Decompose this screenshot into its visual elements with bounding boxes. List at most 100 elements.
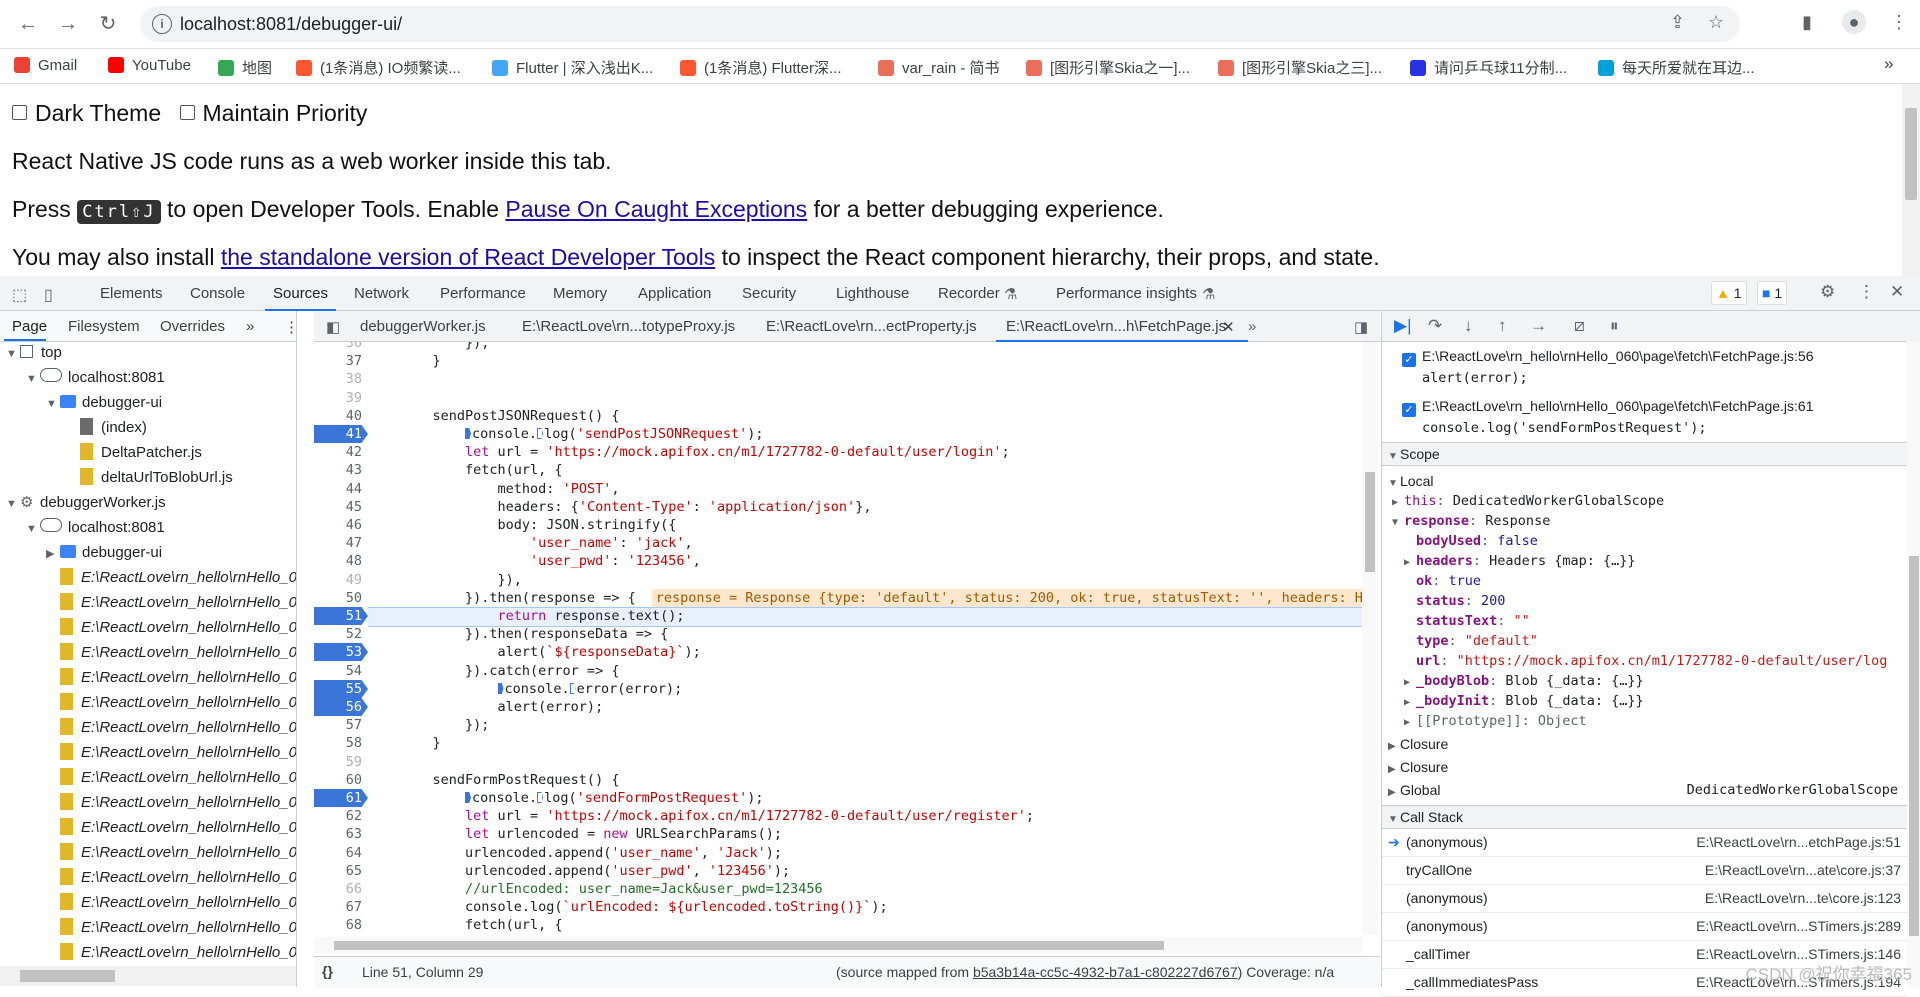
side-panel-icon[interactable]: ▮ [1802,12,1812,33]
line-number[interactable]: 51 [314,607,368,625]
tree-item[interactable]: ▼ top [6,341,62,365]
devtools-tab[interactable]: Lighthouse [836,285,909,302]
reload-icon[interactable]: ↻ [94,10,122,38]
step-out-icon[interactable]: ↑ [1498,316,1507,336]
tree-item[interactable]: E:\ReactLove\rn_hello\rnHello_060 [46,666,296,690]
bookmark-item[interactable]: (1条消息) IO频繁读... [296,57,461,77]
response-property[interactable]: statusText: "" [1404,611,1530,631]
tab-filesystem[interactable]: Filesystem [68,318,140,335]
tab-page[interactable]: Page [12,318,47,335]
pause-exceptions-icon[interactable]: ⏸ [1610,316,1619,336]
navigator-menu-icon[interactable]: ⋮ [284,318,299,336]
frame-location[interactable]: E:\ReactLove\rn...ate\core.js:37 [1705,857,1901,884]
editor-tab[interactable]: E:\ReactLove\rn...totypeProxy.js [522,318,735,335]
bookmark-item[interactable]: var_rain - 简书 [878,57,1000,77]
tree-arrow-icon[interactable]: ▶ [46,542,60,566]
tree-item[interactable]: DeltaPatcher.js [66,441,202,465]
frame-location[interactable]: E:\ReactLove\rn...etchPage.js:51 [1696,829,1901,856]
tree-item[interactable]: E:\ReactLove\rn_hello\rnHello_060 [46,941,296,961]
line-number[interactable]: 65 [314,862,368,880]
tree-item[interactable]: (index) [66,416,147,440]
line-number[interactable]: 59 [314,753,368,771]
pause-exceptions-link[interactable]: Pause On Caught Exceptions [505,196,807,222]
menu-kebab-icon[interactable]: ⋮ [1890,12,1908,33]
line-number[interactable]: 43 [314,461,368,479]
tree-item[interactable]: ▼ localhost:8081 [26,366,165,390]
response-property[interactable]: ▶ _bodyInit: Blob {_data: {…}} [1404,691,1644,711]
tree-item[interactable]: ▼ ⚙ debuggerWorker.js [6,491,166,515]
response-property[interactable]: ▶ _bodyBlob: Blob {_data: {…}} [1404,671,1644,691]
tree-item[interactable]: ▼ debugger-ui [46,391,162,415]
prototype-property[interactable]: ▶ [[Prototype]]: Object [1404,711,1587,731]
bookmark-star-icon[interactable]: ☆ [1708,12,1724,33]
tree-item[interactable]: E:\ReactLove\rn_hello\rnHello_060 [46,816,296,840]
breakpoint-checkbox[interactable]: ✓ [1402,353,1416,367]
devtools-tab[interactable]: Console [190,285,245,302]
callstack-frame[interactable]: tryCallOne E:\ReactLove\rn...ate\core.js:… [1382,857,1907,885]
frame-location[interactable]: E:\ReactLove\rn...STimers.js:289 [1696,913,1901,940]
bookmark-item[interactable]: (1条消息) Flutter深... [680,57,842,77]
resume-icon[interactable]: ▶| [1394,316,1412,336]
step-over-icon[interactable]: ↷ [1428,316,1442,336]
devtools-tab[interactable]: Sources [264,285,337,311]
tree-arrow-icon[interactable]: ▼ [46,392,60,416]
line-number[interactable]: 45 [314,498,368,516]
bookmark-item[interactable]: YouTube [108,57,191,77]
tree-item[interactable]: E:\ReactLove\rn_hello\rnHello_060 [46,691,296,715]
dark-theme-checkbox[interactable] [12,105,27,120]
line-number[interactable]: 56 [314,698,368,716]
closure-scope[interactable]: ▶ Closure [1388,757,1448,777]
response-property[interactable]: ▼ response: Response [1392,511,1550,531]
bookmark-item[interactable]: Flutter | 深入浅出K... [492,57,653,77]
line-number[interactable]: 61 [314,789,368,807]
bookmark-item[interactable]: 请问乒乓球11分制... [1410,57,1567,77]
bookmark-item[interactable]: [图形引擎Skia之一]... [1026,57,1190,77]
url-text[interactable]: localhost:8081/debugger-ui/ [180,14,402,35]
tree-item[interactable]: E:\ReactLove\rn_hello\rnHello_060 [46,791,296,815]
line-number[interactable]: 58 [314,734,368,752]
deactivate-breakpoints-icon[interactable]: ⧄ [1574,316,1585,336]
editor-tab[interactable]: E:\ReactLove\rn...h\FetchPage.js [995,318,1249,342]
devtools-tab[interactable]: Performance insights [1056,285,1197,302]
tree-item[interactable]: ▶ debugger-ui [46,541,162,565]
line-number[interactable]: 39 [314,389,368,407]
device-toolbar-icon[interactable]: ▯ [44,285,53,305]
callstack-frame[interactable]: ➔ (anonymous) E:\ReactLove\rn...etchPage.j… [1382,829,1907,857]
back-icon[interactable]: ← [14,10,42,38]
local-scope[interactable]: ▼ Local [1388,471,1433,491]
devtools-tab[interactable]: Security [742,285,796,302]
breakpoint-item[interactable]: ✓ E:\ReactLove\rn_hello\rnHello_060\page\… [1402,398,1813,436]
close-tab-icon[interactable]: ✕ [1222,318,1235,336]
this-property[interactable]: ▶ this: DedicatedWorkerGlobalScope [1392,491,1664,511]
forward-icon[interactable]: → [54,10,82,38]
line-number[interactable]: 67 [314,898,368,916]
response-property[interactable]: status: 200 [1404,591,1505,611]
line-number[interactable]: 55 [314,680,368,698]
warnings-badge[interactable]: ▲ 1 [1711,281,1747,305]
tree-item[interactable]: ▼ localhost:8081 [26,516,165,540]
navigator-hscrollbar[interactable] [0,966,296,986]
line-number[interactable]: 64 [314,844,368,862]
share-icon[interactable]: ⇪ [1670,12,1685,33]
line-number[interactable]: 63 [314,825,368,843]
editor-hscrollbar[interactable] [314,937,1362,953]
breakpoint-item[interactable]: ✓ E:\ReactLove\rn_hello\rnHello_060\page\… [1402,348,1813,386]
tree-item[interactable]: E:\ReactLove\rn_hello\rnHello_060 [46,616,296,640]
tree-item[interactable]: E:\ReactLove\rn_hello\rnHello_060 [46,891,296,915]
tree-item[interactable]: E:\ReactLove\rn_hello\rnHello_060 [46,741,296,765]
line-number[interactable]: 40 [314,407,368,425]
inspect-element-icon[interactable]: ⬚ [12,285,27,305]
page-scrollbar[interactable] [1902,84,1920,276]
line-number[interactable]: 44 [314,480,368,498]
tree-arrow-icon[interactable]: ▼ [6,492,20,516]
editor-tab[interactable]: debuggerWorker.js [360,318,486,335]
tree-item[interactable]: E:\ReactLove\rn_hello\rnHello_060 [46,591,296,615]
sidebar-vscrollbar[interactable] [1907,341,1920,987]
tree-item[interactable]: E:\ReactLove\rn_hello\rnHello_060 [46,566,296,590]
line-number[interactable]: 54 [314,662,368,680]
tree-item[interactable]: deltaUrlToBlobUrl.js [66,466,233,490]
devtools-tab[interactable]: Network [354,285,409,302]
tree-arrow-icon[interactable]: ▼ [6,342,20,366]
tree-item[interactable]: E:\ReactLove\rn_hello\rnHello_060 [46,916,296,940]
tab-overrides[interactable]: Overrides [160,318,225,335]
